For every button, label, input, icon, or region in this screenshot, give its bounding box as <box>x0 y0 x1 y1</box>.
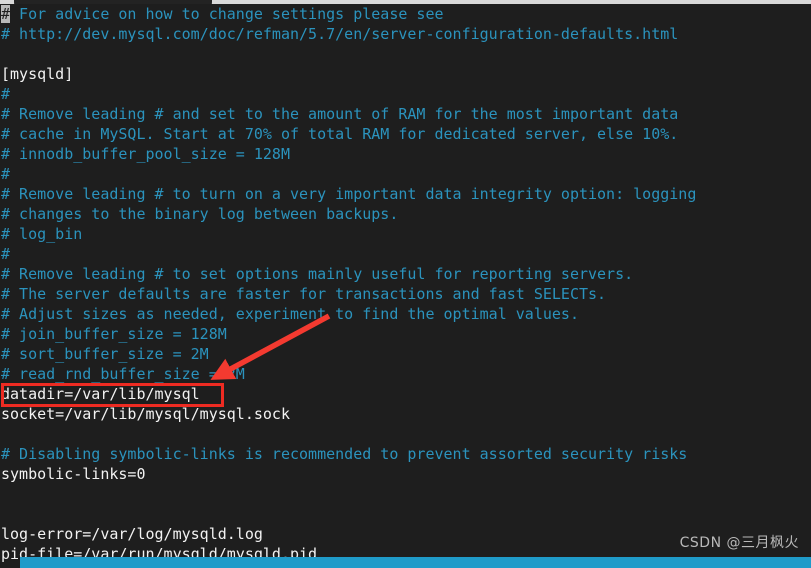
editor-line-text: # join_buffer_size = 128M <box>1 325 227 343</box>
text-cursor: # <box>1 5 11 23</box>
editor-line[interactable]: [mysqld] <box>0 64 811 84</box>
editor-line-text: # Remove leading # to turn on a very imp… <box>1 185 697 203</box>
editor-line[interactable]: # http://dev.mysql.com/doc/refman/5.7/en… <box>0 24 811 44</box>
editor-line[interactable]: # Disabling symbolic-links is recommende… <box>0 444 811 464</box>
terminal-screenshot: # For advice on how to change settings p… <box>0 0 811 568</box>
editor-line-list: # For advice on how to change settings p… <box>0 4 811 568</box>
editor-line[interactable]: symbolic-links=0 <box>0 464 811 484</box>
editor-line-text: # http://dev.mysql.com/doc/refman/5.7/en… <box>1 25 679 43</box>
editor-line[interactable]: # cache in MySQL. Start at 70% of total … <box>0 124 811 144</box>
editor-line-text: # innodb_buffer_pool_size = 128M <box>1 145 290 163</box>
editor-line-text: [mysqld] <box>1 65 74 83</box>
editor-line-text: # The server defaults are faster for tra… <box>1 285 607 303</box>
editor-line[interactable]: # <box>0 164 811 184</box>
editor-line[interactable]: # read_rnd_buffer_size = 2M <box>0 364 811 384</box>
editor-line-text: For advice on how to change settings ple… <box>10 5 444 23</box>
editor-line-text: # <box>1 85 11 103</box>
editor-line[interactable] <box>0 484 811 504</box>
editor-line-text: # sort_buffer_size = 2M <box>1 345 209 363</box>
editor-line[interactable]: # Remove leading # and set to the amount… <box>0 104 811 124</box>
editor-line-text <box>1 425 10 443</box>
csdn-watermark: CSDN @三月枫火 <box>679 535 799 551</box>
editor-line[interactable] <box>0 44 811 64</box>
editor-line[interactable]: # sort_buffer_size = 2M <box>0 344 811 364</box>
editor-line[interactable]: # Remove leading # to set options mainly… <box>0 264 811 284</box>
editor-line[interactable]: # Remove leading # to turn on a very imp… <box>0 184 811 204</box>
editor-line-text: symbolic-links=0 <box>1 465 146 483</box>
editor-line-text: # Remove leading # and set to the amount… <box>1 105 679 123</box>
editor-status-bar <box>20 557 811 568</box>
editor-line-text: # <box>1 165 11 183</box>
editor-line-text <box>1 505 10 523</box>
editor-line-text: # Remove leading # to set options mainly… <box>1 265 634 283</box>
editor-line-text: socket=/var/lib/mysql/mysql.sock <box>1 405 290 423</box>
editor-line[interactable]: # log_bin <box>0 224 811 244</box>
text-editor-buffer[interactable]: # For advice on how to change settings p… <box>0 4 811 568</box>
editor-line-text: # Adjust sizes as needed, experiment to … <box>1 305 579 323</box>
editor-line-text: # Disabling symbolic-links is recommende… <box>1 445 688 463</box>
editor-line[interactable] <box>0 504 811 524</box>
editor-line[interactable]: # Adjust sizes as needed, experiment to … <box>0 304 811 324</box>
editor-line-text: # cache in MySQL. Start at 70% of total … <box>1 125 679 143</box>
editor-line[interactable]: socket=/var/lib/mysql/mysql.sock <box>0 404 811 424</box>
editor-line[interactable]: datadir=/var/lib/mysql <box>0 384 811 404</box>
editor-line-text: # log_bin <box>1 225 83 243</box>
editor-line[interactable]: # innodb_buffer_pool_size = 128M <box>0 144 811 164</box>
editor-line-text: # <box>1 245 11 263</box>
editor-line-text: # read_rnd_buffer_size = 2M <box>1 365 245 383</box>
editor-line-text: log-error=/var/log/mysqld.log <box>1 525 263 543</box>
editor-line[interactable]: # join_buffer_size = 128M <box>0 324 811 344</box>
editor-line-text: # changes to the binary log between back… <box>1 205 399 223</box>
editor-line[interactable]: # <box>0 244 811 264</box>
editor-line[interactable] <box>0 424 811 444</box>
editor-line-text: datadir=/var/lib/mysql <box>1 385 200 403</box>
editor-line[interactable]: # The server defaults are faster for tra… <box>0 284 811 304</box>
editor-line[interactable]: # For advice on how to change settings p… <box>0 4 811 24</box>
editor-line-text <box>1 485 10 503</box>
editor-line-text <box>1 45 10 63</box>
editor-line[interactable]: # changes to the binary log between back… <box>0 204 811 224</box>
editor-line[interactable]: # <box>0 84 811 104</box>
